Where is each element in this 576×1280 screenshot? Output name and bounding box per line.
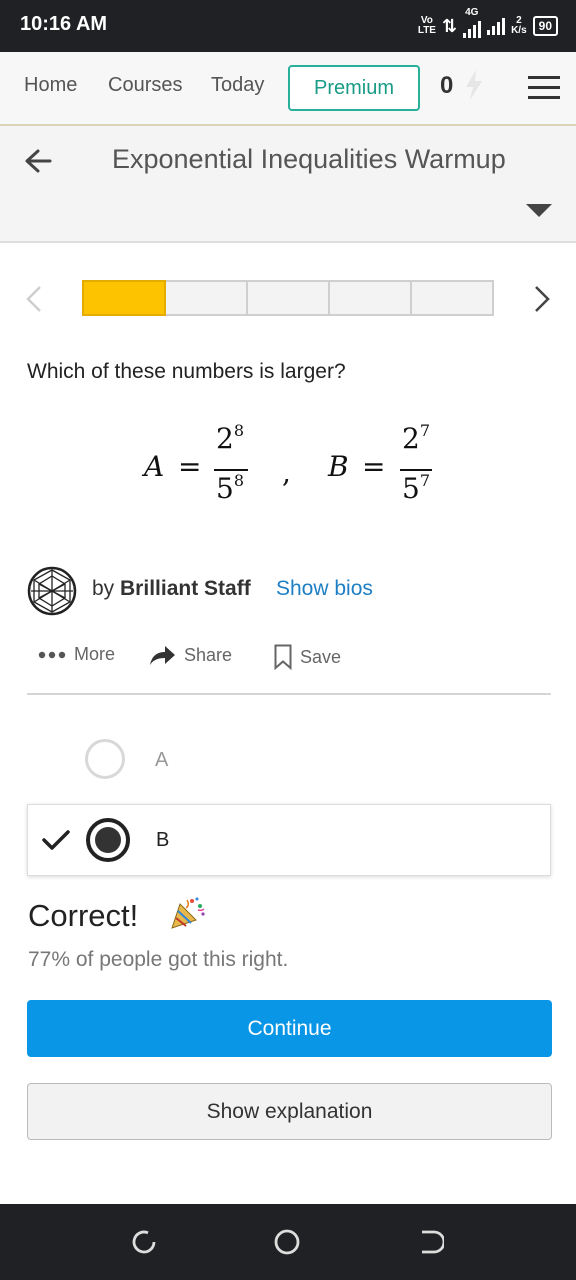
lesson-header: Exponential Inequalities Warmup [0, 126, 576, 243]
prev-chevron-icon[interactable] [24, 284, 44, 314]
more-dots-icon [38, 651, 66, 658]
share-button[interactable]: Share [148, 644, 232, 666]
battery-indicator: 90 [532, 16, 558, 36]
save-button[interactable]: Save [274, 644, 341, 670]
signal-icon-2 [487, 17, 506, 35]
show-explanation-button[interactable]: Show explanation [27, 1083, 552, 1140]
radio-unselected-icon[interactable] [85, 739, 125, 779]
premium-button[interactable]: Premium [288, 65, 420, 111]
nav-today-link[interactable]: Today [211, 74, 264, 97]
hamburger-menu-icon[interactable] [528, 76, 560, 106]
nav-courses-link[interactable]: Courses [108, 74, 182, 97]
answer-option-a[interactable]: A [27, 730, 551, 792]
status-bar: 10:16 AM Vo LTE ⇅ 4G 2 K/s 90 [0, 0, 576, 52]
progress-segment [412, 282, 492, 314]
progress-bar [82, 280, 494, 316]
status-time: 10:16 AM [20, 13, 108, 35]
page-title: Exponential Inequalities Warmup [112, 144, 506, 174]
signal-icon: 4G [463, 8, 482, 38]
system-nav-bar [0, 1204, 576, 1280]
result-statistic: 77% of people got this right. [28, 948, 289, 971]
brilliant-logo-icon [27, 566, 77, 616]
formula-b-numerator: 27 [402, 420, 431, 455]
continue-button[interactable]: Continue [27, 1000, 552, 1057]
progress-segment-complete [82, 280, 166, 316]
option-label: B [156, 829, 170, 851]
bookmark-icon [274, 644, 292, 670]
progress-segment [248, 282, 330, 314]
progress-segment [166, 282, 248, 314]
volte-indicator: Vo LTE [417, 15, 436, 36]
formula-a-denominator: 58 [216, 470, 245, 505]
answer-option-b[interactable]: B [27, 804, 551, 876]
author-name[interactable]: Brilliant Staff [120, 577, 251, 600]
formula-var-a: A [144, 450, 165, 483]
back-arrow-icon[interactable] [24, 146, 52, 176]
progress-segment [330, 282, 412, 314]
formula-separator: , [282, 456, 291, 489]
dropdown-caret-icon[interactable] [526, 204, 552, 218]
streak-count[interactable]: 0 [440, 72, 453, 100]
home-circle-icon[interactable] [273, 1228, 301, 1256]
formula-equals-a: = [178, 450, 202, 483]
top-nav: Home Courses Today Premium 0 [0, 52, 576, 126]
result-title: Correct! [28, 898, 139, 933]
back-nav-icon[interactable] [416, 1228, 444, 1256]
share-arrow-icon [150, 646, 175, 665]
formula-a-numerator: 28 [216, 420, 245, 455]
nav-home-link[interactable]: Home [24, 74, 77, 97]
more-button[interactable]: More [38, 644, 115, 665]
question-prompt: Which of these numbers is larger? [27, 360, 346, 383]
author-byline: by Brilliant Staff [92, 577, 251, 600]
data-transfer-icon: ⇅ [441, 15, 458, 37]
formula-b-denominator: 57 [402, 470, 431, 505]
party-popper-icon [171, 897, 205, 929]
formula-var-b: B [328, 450, 349, 483]
bolt-icon [466, 70, 482, 100]
option-label: A [155, 749, 169, 771]
formula-equals-b: = [362, 450, 386, 483]
checkmark-icon [42, 830, 70, 850]
show-bios-link[interactable]: Show bios [276, 577, 373, 601]
next-chevron-icon[interactable] [532, 284, 552, 314]
section-divider [27, 693, 551, 695]
network-speed: 2 K/s [511, 15, 527, 36]
recent-apps-icon[interactable] [130, 1228, 158, 1256]
status-icons: Vo LTE ⇅ 4G 2 K/s 90 [417, 8, 558, 42]
radio-selected-icon[interactable] [86, 818, 130, 862]
